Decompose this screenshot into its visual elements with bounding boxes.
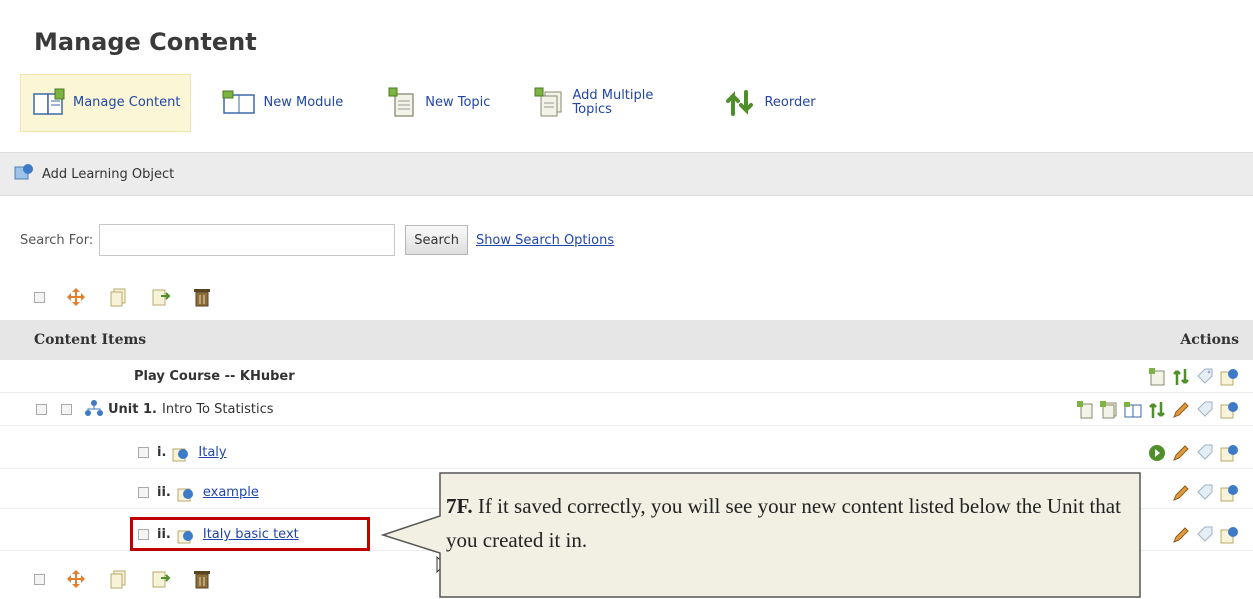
content-items-header: Content Items (34, 332, 147, 348)
row-checkbox[interactable] (61, 404, 72, 415)
topic-icon (383, 86, 419, 120)
multiple-topics-icon[interactable] (1147, 367, 1167, 387)
item-number: i. (157, 445, 167, 460)
add-multiple-topics-label: Add Multiple Topics (572, 88, 654, 117)
multiple-topics-icon (530, 86, 566, 120)
topic-icon[interactable] (1075, 400, 1095, 420)
reorder-label: Reorder (764, 95, 816, 110)
callout-message: If it saved correctly, you will see your… (446, 494, 1121, 552)
content-toolbar: Manage Content New Module New Topic Add … (20, 72, 846, 134)
bulk-actions-top (34, 282, 213, 312)
row-checkbox[interactable] (138, 487, 149, 498)
tag-icon[interactable] (1195, 367, 1215, 387)
new-topic-button[interactable]: New Topic (373, 74, 500, 132)
tag-icon[interactable] (1195, 525, 1215, 545)
row-actions (1147, 367, 1239, 387)
table-header: Content Items Actions (0, 320, 1253, 360)
search-button[interactable]: Search (405, 225, 468, 255)
course-title: Play Course -- KHuber (134, 369, 295, 384)
select-all-checkbox[interactable] (34, 573, 45, 585)
edit-icon[interactable] (1171, 525, 1191, 545)
multiple-topics-icon[interactable] (1099, 400, 1119, 420)
delete-icon[interactable] (191, 568, 213, 590)
learning-object-icon[interactable] (1219, 443, 1239, 463)
page-title: Manage Content (34, 28, 257, 56)
learning-object-icon[interactable] (1219, 525, 1239, 545)
expand-toggle[interactable] (36, 404, 47, 415)
row-actions (1075, 400, 1239, 420)
actions-header: Actions (1180, 332, 1239, 348)
reorder-icon[interactable] (1171, 367, 1191, 387)
new-topic-label: New Topic (425, 95, 491, 110)
row-actions (1147, 443, 1239, 463)
add-learning-object-link[interactable]: Add Learning Object (42, 167, 174, 182)
book-icon (31, 86, 67, 120)
new-module-button[interactable]: New Module (211, 74, 353, 132)
import-icon[interactable] (149, 568, 171, 590)
add-multiple-topics-button[interactable]: Add Multiple Topics (520, 74, 692, 132)
search-row: Search For: Search Show Search Options (20, 222, 614, 258)
item-number: ii. (157, 485, 171, 500)
unit-number: Unit 1. (108, 402, 157, 417)
tag-icon[interactable] (1195, 443, 1215, 463)
learning-object-icon[interactable] (1219, 400, 1239, 420)
show-search-options-link[interactable]: Show Search Options (476, 233, 614, 248)
edit-icon[interactable] (1171, 443, 1191, 463)
callout-text: 7F. If it saved correctly, you will see … (446, 489, 1136, 557)
search-input[interactable] (99, 224, 396, 256)
hierarchy-icon (84, 399, 104, 421)
move-icon[interactable] (65, 286, 87, 308)
callout-step: 7F. (446, 494, 473, 518)
unit-title[interactable]: Intro To Statistics (162, 402, 274, 417)
module-icon[interactable] (1123, 400, 1143, 420)
move-icon[interactable] (65, 568, 87, 590)
table-row: Play Course -- KHuber (0, 361, 1253, 393)
item-link[interactable]: Italy (198, 445, 226, 460)
reorder-button[interactable]: Reorder (712, 74, 825, 132)
mouse-cursor-icon (436, 555, 450, 580)
item-link[interactable]: example (203, 485, 259, 500)
learning-object-icon (172, 444, 192, 462)
preview-icon[interactable] (1147, 443, 1167, 463)
copy-icon[interactable] (107, 568, 129, 590)
row-actions (1171, 483, 1239, 503)
manage-content-label: Manage Content (73, 95, 181, 110)
edit-icon[interactable] (1171, 483, 1191, 503)
manage-content-button[interactable]: Manage Content (20, 74, 192, 132)
tag-icon[interactable] (1195, 483, 1215, 503)
book-open-icon (221, 86, 257, 120)
delete-icon[interactable] (191, 286, 213, 308)
reorder-icon (722, 86, 758, 120)
row-actions (1171, 525, 1239, 545)
learning-object-icon (14, 163, 34, 185)
reorder-icon[interactable] (1147, 400, 1167, 420)
search-label: Search For: (20, 232, 94, 248)
learning-object-icon (177, 484, 197, 502)
row-checkbox[interactable] (138, 447, 149, 458)
bulk-actions-bottom (34, 564, 213, 594)
edit-icon[interactable] (1171, 400, 1191, 420)
learning-object-icon[interactable] (1219, 367, 1239, 387)
new-module-label: New Module (263, 95, 344, 110)
tag-icon[interactable] (1195, 400, 1215, 420)
add-learning-object-bar: Add Learning Object (0, 152, 1253, 196)
table-row: i. Italy (0, 437, 1253, 469)
table-row: Unit 1. Intro To Statistics (0, 394, 1253, 426)
import-icon[interactable] (149, 286, 171, 308)
learning-object-icon[interactable] (1219, 483, 1239, 503)
highlight-box (130, 517, 370, 551)
select-all-checkbox[interactable] (34, 291, 45, 303)
copy-icon[interactable] (107, 286, 129, 308)
